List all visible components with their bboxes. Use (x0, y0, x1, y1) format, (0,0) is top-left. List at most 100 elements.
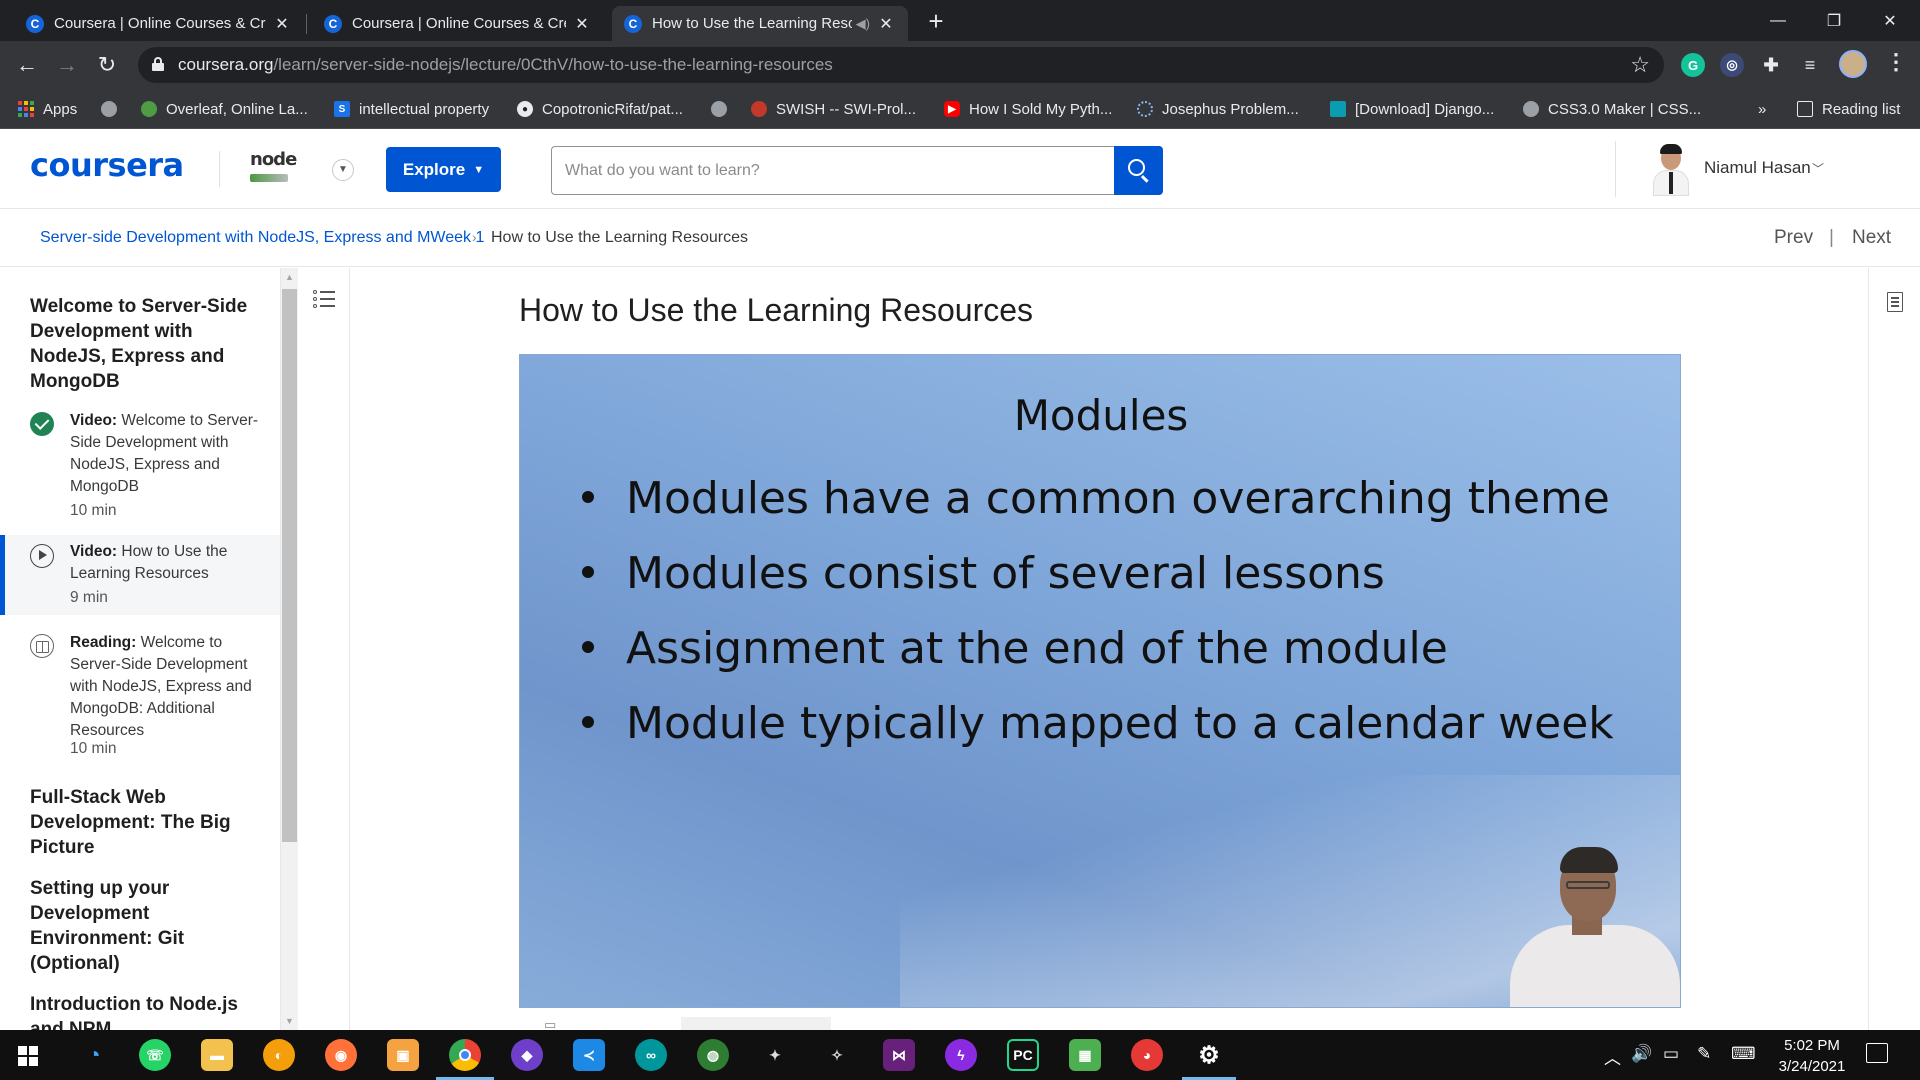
module-title[interactable]: Full-Stack Web Development: The Big Pict… (30, 785, 260, 860)
media-control-icon[interactable]: ≡ (1798, 53, 1822, 77)
pycharm-icon[interactable]: PC (1007, 1039, 1039, 1071)
list-item-current[interactable]: Video: How to Use the Learning Resources… (0, 535, 280, 615)
page-title: How to Use the Learning Resources (519, 292, 1034, 328)
notes-icon[interactable]: ▭ (544, 1017, 584, 1032)
app-icon[interactable]: ✦ (759, 1039, 791, 1071)
coursera-favicon-icon: C (624, 14, 642, 33)
app-icon[interactable]: ◐ (263, 1039, 295, 1071)
list-item[interactable]: Video: Welcome to Server-Side Developmen… (0, 406, 280, 532)
reload-icon[interactable]: ↻ (92, 51, 122, 79)
windows-start-icon[interactable] (18, 1046, 38, 1066)
prev-button[interactable]: Prev (1774, 227, 1813, 249)
volume-icon[interactable]: 🔊 (1631, 1044, 1652, 1064)
bookmark-globe[interactable] (711, 99, 727, 119)
bookmark-css3-maker[interactable]: CSS3.0 Maker | CSS... (1523, 99, 1701, 119)
coursera-logo[interactable]: coursera (30, 146, 184, 184)
taskbar-clock[interactable]: 5:02 PM 3/24/2021 (1777, 1035, 1847, 1077)
back-arrow-icon[interactable]: ← (12, 51, 42, 79)
more-bookmarks-button[interactable]: » (1758, 99, 1766, 119)
transcript-icon[interactable] (1887, 292, 1903, 312)
spreadsheet-app-icon[interactable]: ▦ (1069, 1039, 1101, 1071)
bookmark-github[interactable]: ● CopotronicRifat/pat... (517, 99, 683, 119)
messenger-icon[interactable]: ϟ (945, 1039, 977, 1071)
show-hidden-icons-chevron-icon[interactable]: ︿ (1604, 1044, 1621, 1069)
pen-icon[interactable]: ✎ (1697, 1044, 1711, 1064)
breadcrumb: Server-side Development with NodeJS, Exp… (0, 210, 1920, 267)
notification-center-icon[interactable] (1866, 1043, 1888, 1063)
photo-app-icon[interactable]: ▣ (387, 1039, 419, 1071)
breadcrumb-course-link[interactable]: Server-side Development with NodeJS, Exp… (40, 229, 484, 247)
lock-icon[interactable] (152, 57, 164, 71)
vscode-icon[interactable]: ≺ (573, 1039, 605, 1071)
bookmark-django[interactable]: [Download] Django... (1330, 99, 1494, 119)
item-duration: 9 min (70, 589, 108, 606)
user-name[interactable]: Niamul Hasan (1704, 158, 1811, 178)
outline-toggle-button[interactable] (299, 268, 350, 1030)
close-window-icon[interactable]: ✕ (1862, 0, 1918, 41)
search-button[interactable] (1114, 146, 1163, 195)
video-player[interactable]: Modules Modules have a common overarchin… (519, 354, 1681, 1008)
chrome-menu-icon[interactable]: ⋮ (1885, 49, 1907, 75)
globe-app-icon[interactable]: ◍ (697, 1039, 729, 1071)
list-item[interactable]: Reading: Welcome to Server-Side Developm… (0, 628, 280, 758)
below-video-control[interactable] (681, 1017, 831, 1031)
minimize-window-icon[interactable]: — (1750, 0, 1806, 41)
settings-gear-icon[interactable]: ⚙ (1193, 1039, 1225, 1071)
search-cortana-icon[interactable]: ◔ (78, 1039, 110, 1071)
org-switcher-chevron-icon[interactable]: ▼ (332, 159, 354, 181)
close-tab-icon[interactable]: ✕ (272, 14, 292, 34)
close-tab-icon[interactable]: ✕ (572, 14, 592, 34)
chevron-down-icon[interactable]: ﹀ (1812, 160, 1824, 177)
bookmark-globe[interactable] (101, 99, 117, 119)
scroll-down-arrow-icon[interactable]: ▼ (284, 1016, 295, 1026)
apps-grid-icon (18, 101, 34, 117)
whatsapp-icon[interactable]: ☏ (139, 1039, 171, 1071)
module-title[interactable]: Setting up your Development Environment:… (30, 876, 260, 976)
bookmark-apps[interactable]: Apps (18, 99, 77, 119)
grammarly-extension-icon[interactable]: G (1681, 53, 1705, 77)
sidebar-scrollbar-thumb[interactable] (282, 289, 297, 842)
file-explorer-icon[interactable]: ▬ (201, 1039, 233, 1071)
audio-playing-icon[interactable]: ◀) (856, 16, 870, 32)
module-title[interactable]: Welcome to Server-Side Development with … (30, 294, 260, 394)
firefox-icon[interactable]: ◉ (325, 1039, 357, 1071)
explore-button[interactable]: Explore ▼ (386, 147, 501, 192)
bookmark-intellectual-property[interactable]: S intellectual property (334, 99, 489, 119)
list-icon (313, 290, 335, 310)
avatar[interactable] (1648, 144, 1694, 196)
close-tab-icon[interactable]: ✕ (876, 14, 896, 34)
keyboard-icon[interactable]: ⌨ (1731, 1044, 1756, 1064)
browser-tab-active[interactable]: C How to Use the Learning Resources ◀) ✕ (612, 6, 908, 41)
bookmark-star-icon[interactable]: ☆ (1630, 52, 1650, 78)
restore-window-icon[interactable]: ❐ (1806, 0, 1862, 41)
visual-studio-icon[interactable]: ⋈ (883, 1039, 915, 1071)
youtube-icon: ▶ (944, 101, 960, 117)
github-desktop-icon[interactable]: ◆ (511, 1039, 543, 1071)
browser-tab[interactable]: C Coursera | Online Courses & Credential… (312, 6, 604, 41)
reading-list-button[interactable]: Reading list (1797, 99, 1900, 119)
bookmark-swish[interactable]: SWISH -- SWI-Prol... (751, 99, 916, 119)
address-bar[interactable]: coursera.org/learn/server-side-nodejs/le… (138, 47, 1664, 83)
bookmark-s-icon: S (334, 101, 350, 117)
url-text[interactable]: coursera.org/learn/server-side-nodejs/le… (178, 55, 833, 75)
app-icon[interactable]: ✧ (821, 1039, 853, 1071)
next-button[interactable]: Next (1852, 227, 1891, 249)
new-tab-button[interactable]: + (922, 8, 950, 36)
extension-icon[interactable]: ◎ (1720, 53, 1744, 77)
extensions-puzzle-icon[interactable]: ✚ (1759, 53, 1783, 77)
module-title[interactable]: Introduction to Node.js and NPM (30, 992, 260, 1030)
bookmark-josephus[interactable]: Josephus Problem... (1137, 99, 1299, 119)
bookmark-youtube[interactable]: ▶ How I Sold My Pyth... (944, 99, 1112, 119)
forward-arrow-icon[interactable]: → (52, 51, 82, 79)
network-icon[interactable]: ▭ (1663, 1044, 1679, 1064)
nodejs-org-logo[interactable]: node (250, 149, 297, 189)
browser-tab[interactable]: C Coursera | Online Courses & Credential… (14, 6, 304, 41)
scroll-up-arrow-icon[interactable]: ▲ (284, 272, 295, 282)
bookmark-overleaf[interactable]: Overleaf, Online La... (141, 99, 308, 119)
app-icon[interactable]: ◕ (1131, 1039, 1163, 1071)
search-input[interactable] (551, 146, 1114, 195)
profile-avatar[interactable] (1839, 50, 1867, 78)
chrome-icon[interactable] (449, 1039, 481, 1071)
item-title: Reading: Welcome to Server-Side Developm… (70, 634, 252, 739)
arduino-icon[interactable]: ∞ (635, 1039, 667, 1071)
